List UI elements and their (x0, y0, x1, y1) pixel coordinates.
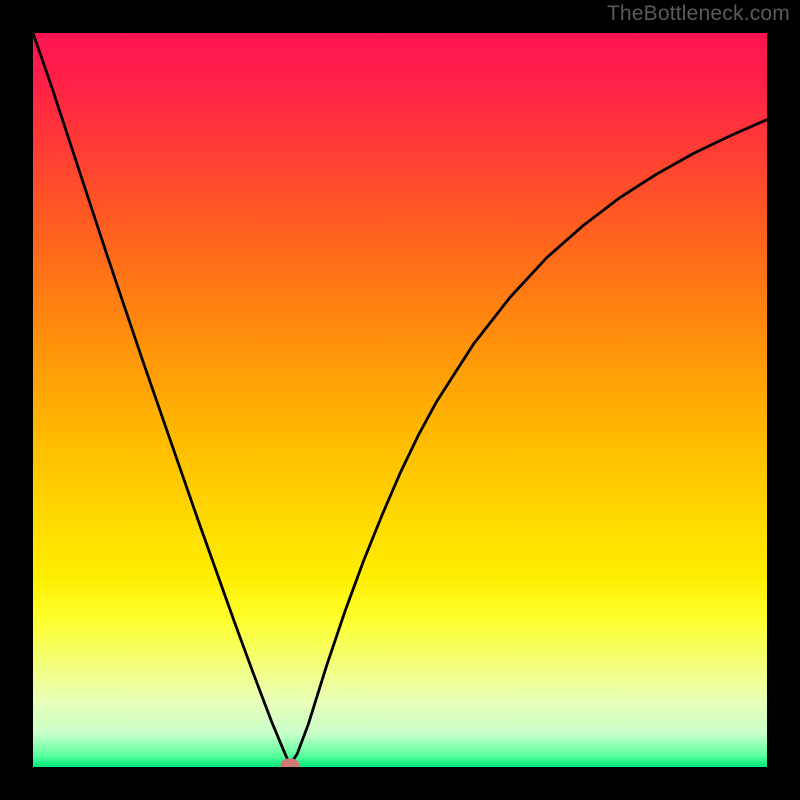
plot-area (33, 33, 767, 767)
chart-frame: TheBottleneck.com (0, 0, 800, 800)
gradient-background (33, 33, 767, 767)
watermark-text: TheBottleneck.com (607, 2, 790, 26)
chart-svg (33, 33, 767, 767)
